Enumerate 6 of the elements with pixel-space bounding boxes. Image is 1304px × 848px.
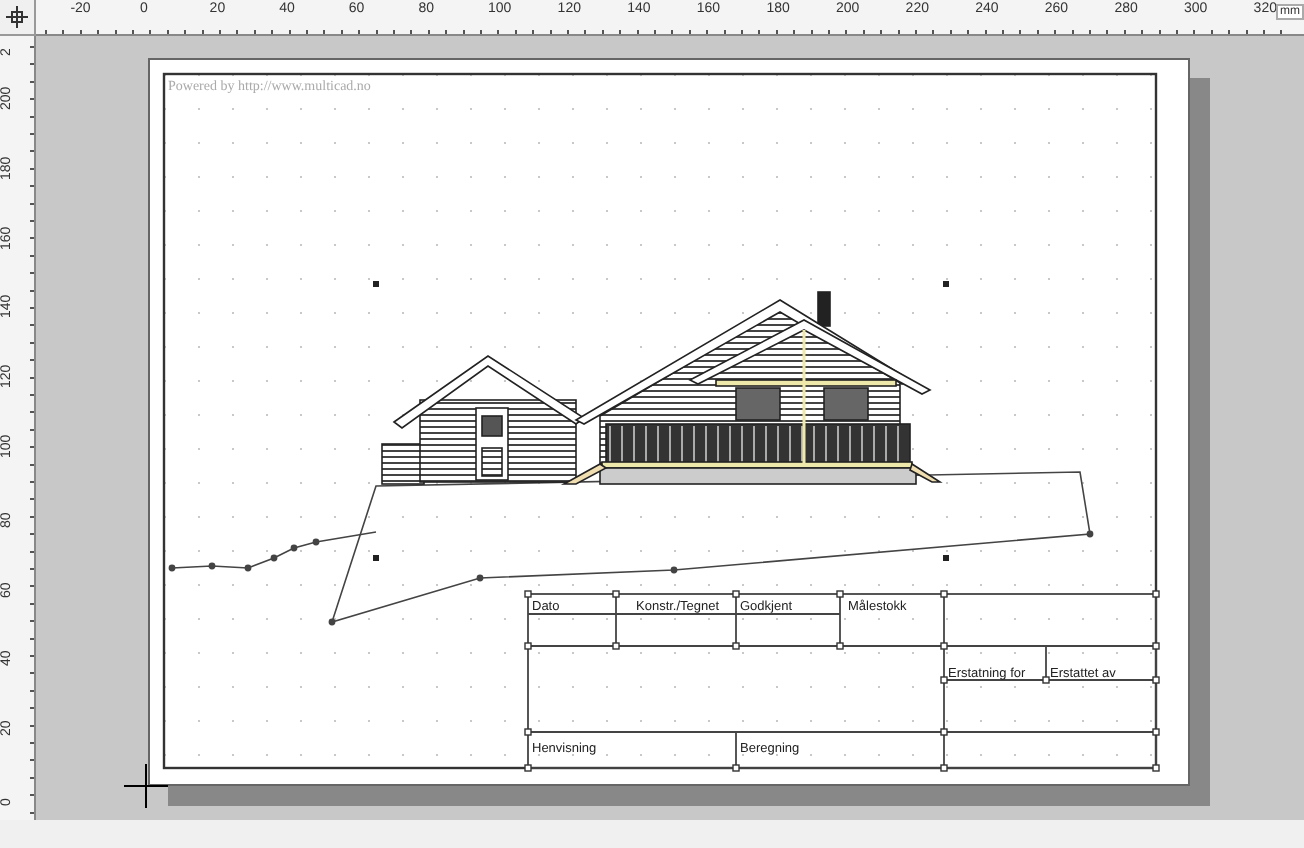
selection-handle[interactable] [943,555,949,561]
selection-handle[interactable] [373,555,379,561]
crosshair-icon[interactable] [6,6,28,28]
selection-handle[interactable] [943,281,949,287]
selection-handle[interactable] [373,281,379,287]
origin-crosshair-icon [124,764,168,808]
